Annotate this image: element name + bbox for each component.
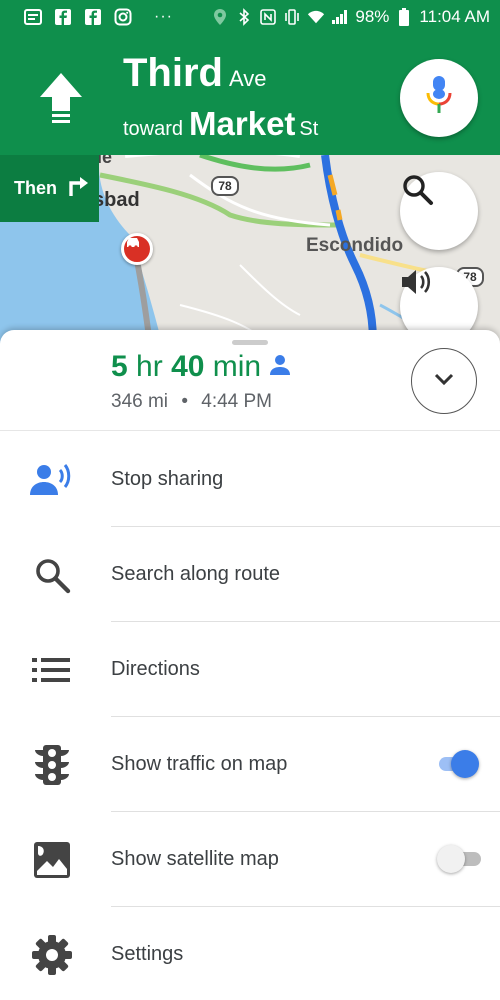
clock: 11:04 AM [419, 6, 490, 26]
location-icon [211, 8, 229, 26]
more-notifications-icon: ··· [154, 7, 173, 25]
navigation-header[interactable]: Third Ave toward Market St [0, 33, 500, 155]
traffic-light-icon [30, 743, 74, 787]
sheet-divider [0, 430, 500, 431]
then-label: Then [14, 178, 57, 198]
trip-separator: • [181, 391, 188, 412]
settings-item[interactable]: Settings [0, 907, 500, 1000]
duration-minutes: 40 [171, 350, 205, 383]
menu-item-label: Search along route [111, 563, 281, 585]
search-along-route-item[interactable]: Search along route [0, 527, 500, 622]
duration-min-unit: min [212, 350, 262, 383]
trip-bottom-sheet[interactable]: 5 hr 40 min 346 mi • 4:44 PM Stop sharin… [0, 330, 500, 1000]
chevron-down-icon [433, 372, 455, 391]
map-place-label: sbad [93, 189, 140, 211]
map-place-label: le [97, 155, 113, 167]
map-city-label: Escondido [306, 235, 404, 256]
duration-hours: 5 [111, 350, 128, 383]
duration-hr-unit: hr [136, 350, 163, 383]
sheet-drag-handle[interactable] [232, 340, 268, 345]
trip-distance: 346 mi [111, 391, 169, 412]
menu-item-label: Directions [111, 658, 200, 680]
straight-arrow-icon [40, 73, 82, 123]
turn-right-icon [67, 175, 89, 202]
facebook-icon [84, 8, 102, 26]
battery-icon [395, 7, 413, 26]
street-name: Third [123, 51, 223, 95]
battery-percent: 98% [355, 6, 390, 26]
map-search-button[interactable] [400, 172, 478, 250]
menu-item-label: Stop sharing [111, 468, 224, 490]
nfc-icon [259, 8, 277, 26]
toward-name: Market [189, 105, 296, 142]
menu-item-label: Settings [111, 943, 184, 965]
person-icon [269, 350, 291, 384]
signal-icon [331, 8, 349, 26]
toward-street: toward Market St [123, 105, 318, 143]
gear-icon [30, 933, 74, 977]
menu-item-label: Show satellite map [111, 848, 279, 870]
toggle-knob [437, 845, 465, 873]
menu-item-label: Show traffic on map [111, 753, 288, 775]
toggle-knob [451, 750, 479, 778]
show-satellite-item[interactable]: Show satellite map [0, 812, 500, 907]
collapse-sheet-button[interactable] [411, 348, 477, 414]
satellite-image-icon [30, 838, 74, 882]
list-icon [30, 648, 74, 692]
voice-search-button[interactable] [400, 59, 478, 137]
share-location-icon [30, 458, 74, 502]
toward-prefix: toward [123, 118, 184, 140]
crash-incident-icon[interactable] [121, 233, 153, 265]
street-suffix: Ave [228, 66, 267, 91]
status-bar: ··· 98% 11:04 AM [0, 0, 500, 33]
search-icon [30, 553, 74, 597]
satellite-toggle[interactable] [437, 844, 493, 874]
wifi-icon [307, 8, 325, 26]
news-icon [24, 8, 42, 26]
traffic-toggle[interactable] [437, 749, 485, 779]
facebook-icon [54, 8, 72, 26]
next-turn-chip[interactable]: Then [0, 155, 99, 222]
highway-shield: 78 [211, 176, 239, 196]
directions-item[interactable]: Directions [0, 622, 500, 717]
toward-suffix: St [299, 118, 319, 140]
trip-summary: 346 mi • 4:44 PM [111, 391, 272, 413]
bluetooth-icon [235, 7, 253, 26]
microphone-icon [426, 75, 452, 121]
current-street: Third Ave [123, 51, 267, 96]
stop-sharing-item[interactable]: Stop sharing [0, 432, 500, 527]
trip-duration: 5 hr 40 min [111, 350, 291, 384]
show-traffic-item[interactable]: Show traffic on map [0, 717, 500, 812]
arrival-time: 4:44 PM [201, 391, 273, 412]
vibrate-icon [283, 8, 301, 26]
instagram-icon [114, 8, 132, 26]
